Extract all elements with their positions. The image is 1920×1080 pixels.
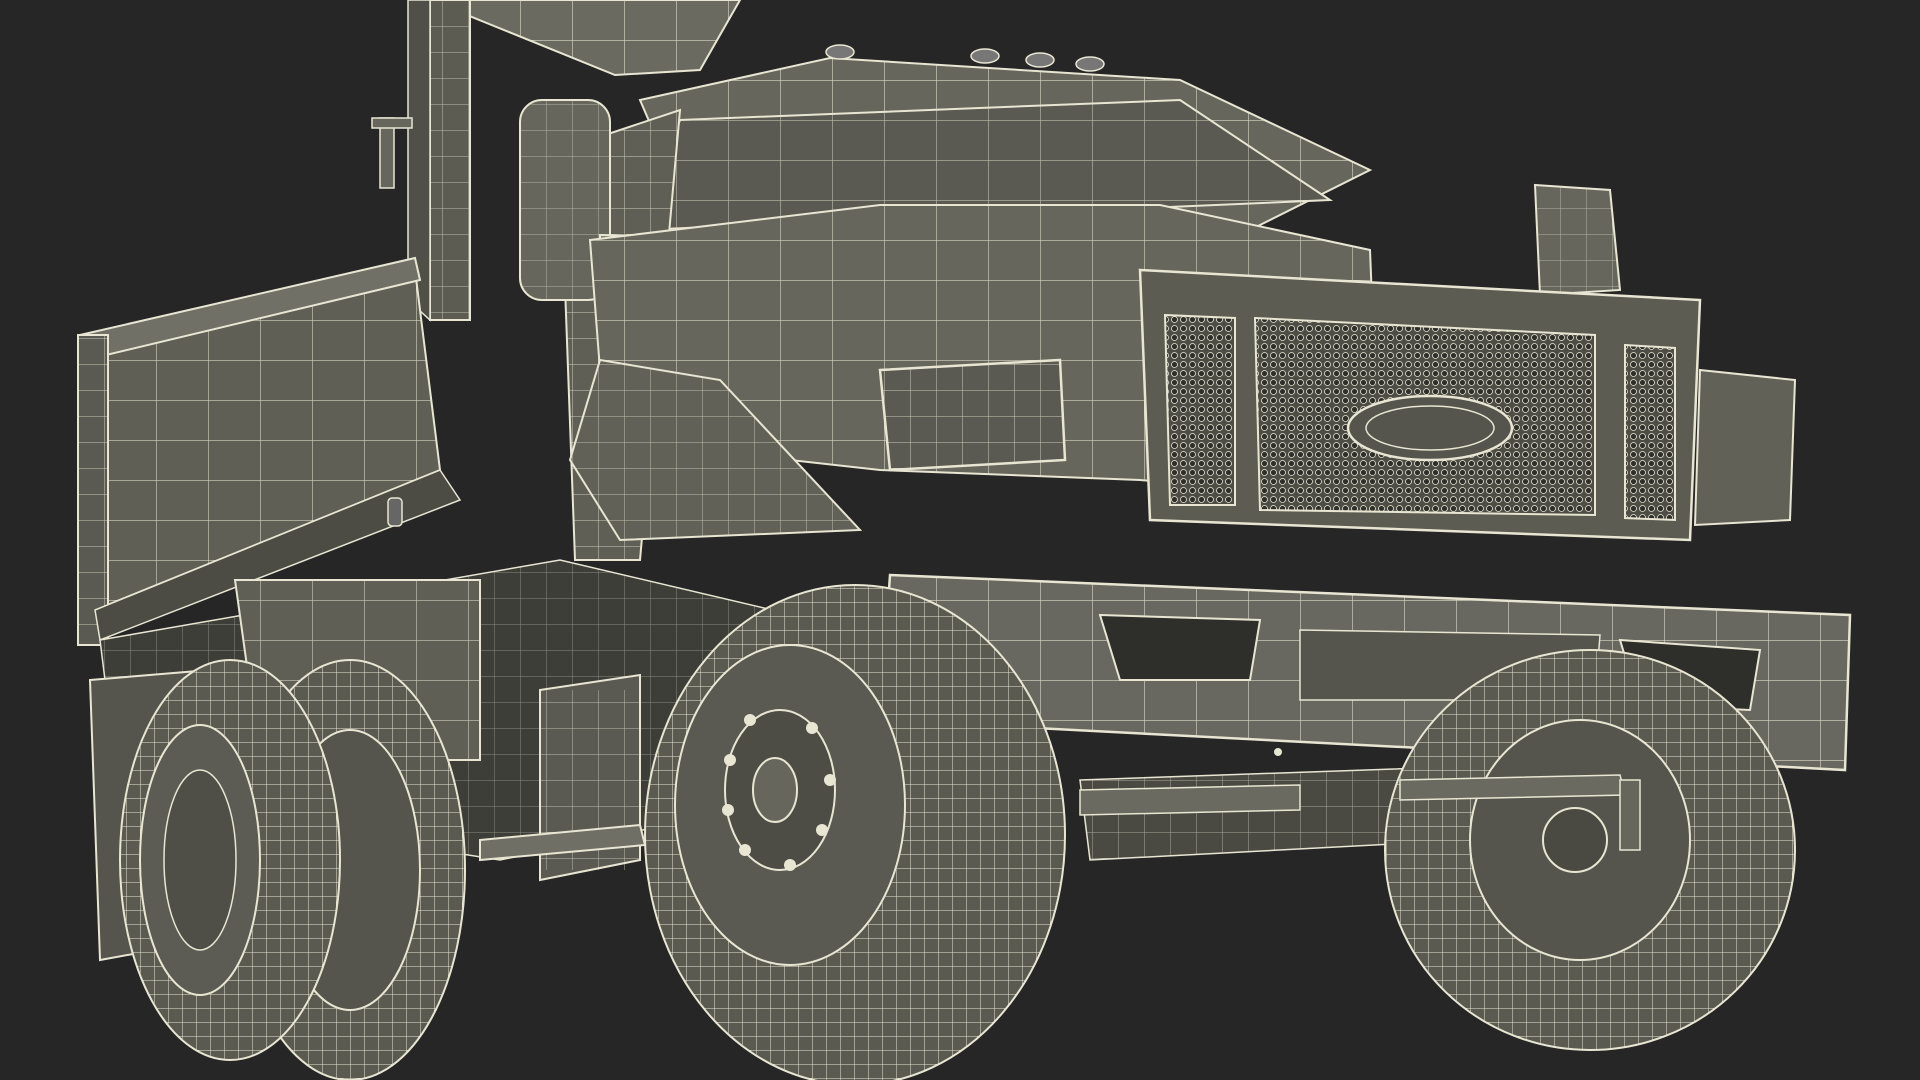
- truck-wireframe-render: [77, 0, 1852, 1080]
- front-wheel-left: [644, 584, 1066, 1080]
- render-viewport: [0, 0, 1920, 1080]
- front-wheel-right: [1384, 649, 1796, 1051]
- rear-wheels: [119, 659, 466, 1080]
- grille: [1138, 268, 1797, 542]
